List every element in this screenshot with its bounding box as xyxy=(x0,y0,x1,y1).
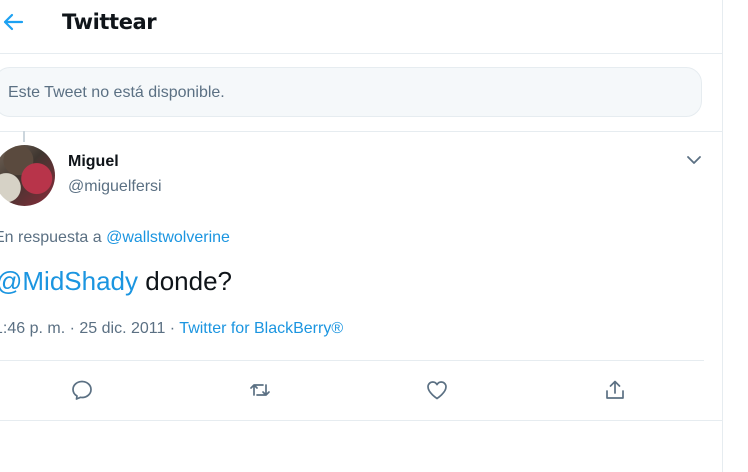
tweet-metadata: 1:46 p. m. · 25 dic. 2011 · Twitter for … xyxy=(0,318,343,340)
tweet-source-link[interactable]: Twitter for BlackBerry® xyxy=(179,320,343,337)
reply-prefix: En respuesta a xyxy=(0,229,102,246)
tweet-text: @MidShady donde? xyxy=(0,263,232,299)
reply-icon xyxy=(72,380,92,400)
unavailable-text: Este Tweet no está disponible. xyxy=(8,84,225,101)
share-icon xyxy=(606,380,624,399)
divider xyxy=(0,131,722,132)
divider xyxy=(0,420,722,421)
thread-connector-line xyxy=(23,131,25,142)
reply-to-link[interactable]: @wallstwolverine xyxy=(106,229,230,246)
author-name[interactable]: Miguel xyxy=(68,152,119,172)
tweet-detail-column: Twittear Este Tweet no está disponible. … xyxy=(0,0,723,472)
share-button[interactable] xyxy=(599,374,631,406)
tweet-body: donde? xyxy=(138,266,232,296)
page-title: Twittear xyxy=(62,10,157,34)
chevron-down-icon xyxy=(687,156,701,164)
tweet-timestamp[interactable]: 1:46 p. m. · 25 dic. 2011 · xyxy=(0,320,179,337)
retweet-button[interactable] xyxy=(244,374,276,406)
arrow-left-icon xyxy=(3,13,24,31)
divider xyxy=(0,360,704,361)
like-button[interactable] xyxy=(421,374,453,406)
unavailable-tweet-notice: Este Tweet no está disponible. xyxy=(0,67,702,117)
author-handle[interactable]: @miguelfersi xyxy=(68,177,162,197)
back-button[interactable] xyxy=(0,8,28,36)
like-icon xyxy=(427,381,447,400)
more-options-button[interactable] xyxy=(684,150,704,170)
reply-context: En respuesta a @wallstwolverine xyxy=(0,227,230,249)
mention-link[interactable]: @MidShady xyxy=(0,266,138,296)
avatar[interactable] xyxy=(0,145,55,206)
reply-button[interactable] xyxy=(66,374,98,406)
page-header: Twittear xyxy=(0,0,722,54)
retweet-icon xyxy=(250,384,270,396)
